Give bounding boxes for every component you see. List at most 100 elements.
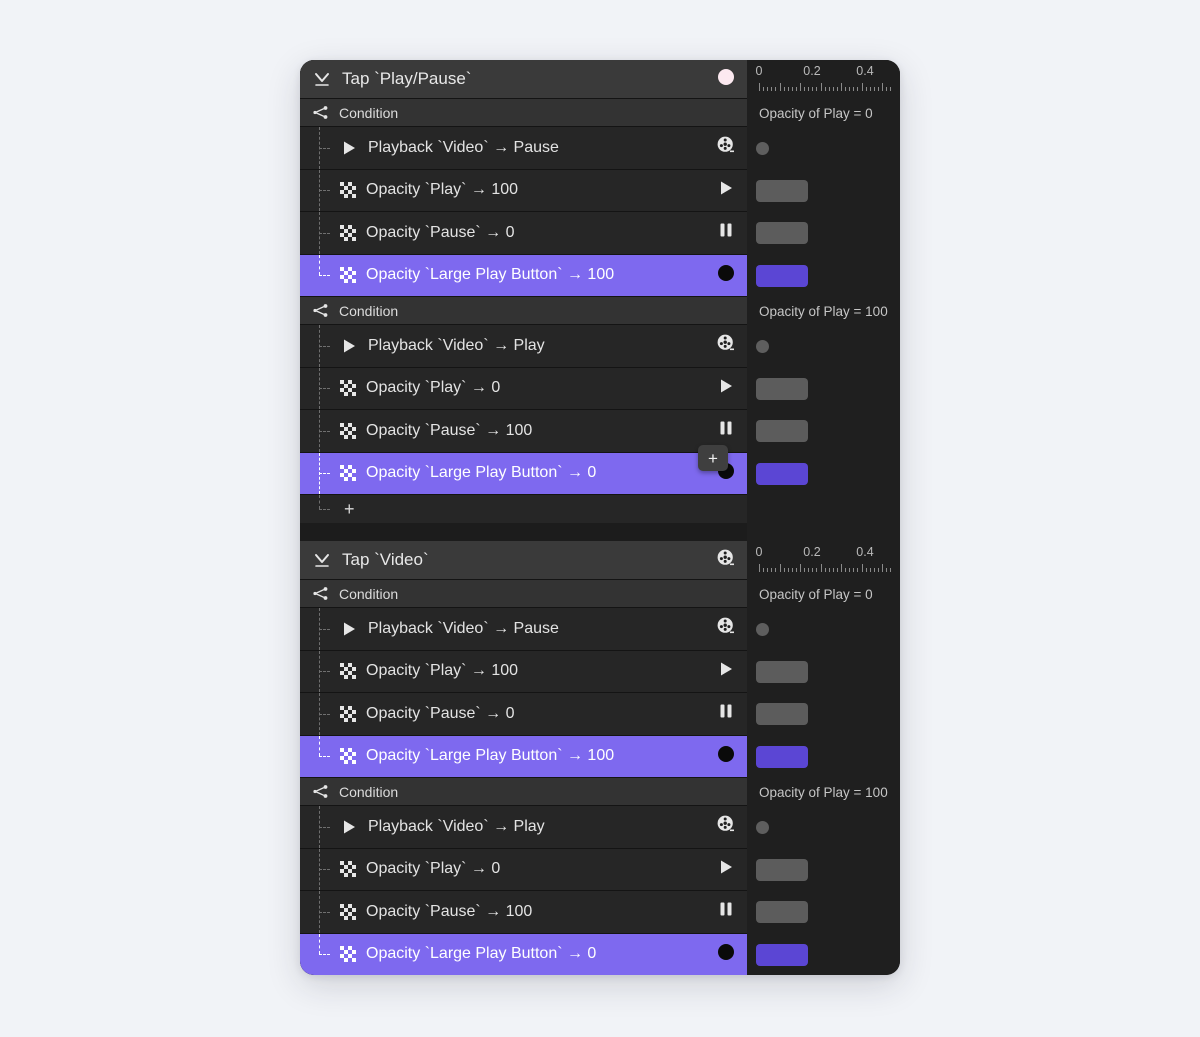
timeline-duration-bar[interactable] — [756, 943, 808, 966]
timeline-duration-bar[interactable] — [756, 420, 808, 443]
condition-branch-icon — [312, 783, 329, 800]
timeline-duration-bar[interactable] — [756, 660, 808, 683]
timeline-track[interactable] — [747, 849, 900, 892]
timeline-duration-bar[interactable] — [756, 901, 808, 924]
timeline-track[interactable] — [747, 170, 900, 213]
condition-row-1-0[interactable]: Condition — [300, 580, 747, 608]
timeline-track[interactable] — [747, 651, 900, 694]
action-row[interactable]: Playback `Video` → Play — [300, 325, 747, 368]
timeline-duration-bar[interactable] — [756, 462, 808, 485]
timeline-duration-bar[interactable] — [756, 264, 808, 287]
condition-row-0-0[interactable]: Condition — [300, 99, 747, 127]
action-row[interactable]: Opacity `Play` → 0 — [300, 367, 747, 410]
timeline-keyframe-dot[interactable] — [756, 820, 769, 834]
condition-row-0-1[interactable]: Condition — [300, 297, 747, 325]
ruler-tick-label: 0 — [755, 545, 763, 559]
timeline-track[interactable] — [747, 693, 900, 736]
timeline-track[interactable] — [747, 806, 900, 849]
black-dot-icon[interactable] — [713, 743, 739, 769]
action-row[interactable]: Opacity `Large Play Button` → 0 — [300, 933, 747, 976]
timeline-keyframe-dot[interactable] — [756, 339, 769, 353]
action-row[interactable]: Opacity `Large Play Button` → 0 — [300, 452, 747, 495]
add-action-row-0[interactable]: + — [300, 495, 747, 523]
tree-connector — [310, 933, 340, 976]
ruler-tick — [882, 564, 883, 572]
play-triangle-icon — [340, 139, 358, 157]
pause-bars-icon[interactable] — [713, 899, 739, 925]
play-triangle-icon[interactable] — [713, 856, 739, 882]
ruler-tick — [873, 87, 875, 91]
action-row[interactable]: Opacity `Pause` → 100 — [300, 410, 747, 453]
tap-target-dot-icon — [716, 67, 736, 92]
action-row[interactable]: Opacity `Pause` → 100 — [300, 891, 747, 934]
action-label: Playback `Video` → Play — [368, 817, 545, 835]
timeline-track[interactable] — [747, 255, 900, 298]
timeline-track[interactable] — [747, 934, 900, 976]
timeline-track[interactable] — [747, 608, 900, 651]
film-reel-icon[interactable] — [713, 814, 739, 840]
ruler-tick — [812, 568, 814, 572]
action-row[interactable]: Opacity `Large Play Button` → 100 — [300, 735, 747, 778]
ruler-tick — [804, 87, 806, 91]
tree-connector — [310, 495, 340, 523]
pause-bars-icon — [717, 900, 735, 923]
action-row[interactable]: Opacity `Play` → 100 — [300, 650, 747, 693]
timeline-track[interactable] — [747, 127, 900, 170]
ruler-tick — [808, 568, 810, 572]
tree-connector — [310, 410, 340, 452]
action-row[interactable]: Opacity `Large Play Button` → 100 — [300, 254, 747, 297]
pause-bars-icon[interactable] — [713, 418, 739, 444]
ruler-tick — [857, 568, 859, 572]
ruler-tick — [767, 87, 769, 91]
play-triangle-icon[interactable] — [713, 375, 739, 401]
timeline-track[interactable] — [747, 325, 900, 368]
timeline-duration-bar[interactable] — [756, 222, 808, 245]
film-reel-icon[interactable] — [713, 547, 739, 573]
timeline-duration-bar[interactable] — [756, 858, 808, 881]
condition-label: Condition — [339, 302, 399, 319]
action-label: Opacity `Play` → 100 — [366, 181, 519, 199]
action-row[interactable]: Opacity `Play` → 0 — [300, 848, 747, 891]
timeline-duration-bar[interactable] — [756, 377, 808, 400]
timeline-track[interactable] — [747, 736, 900, 779]
timeline-duration-bar[interactable] — [756, 745, 808, 768]
timeline-keyframe-dot[interactable] — [756, 622, 769, 636]
add-action-button[interactable]: + — [340, 500, 359, 518]
black-dot-icon[interactable] — [713, 941, 739, 967]
play-triangle-icon[interactable] — [713, 658, 739, 684]
ruler-tick — [800, 83, 801, 91]
action-row[interactable]: Opacity `Pause` → 0 — [300, 212, 747, 255]
action-label: Opacity `Large Play Button` → 100 — [366, 747, 615, 765]
action-label: Opacity `Play` → 0 — [366, 379, 501, 397]
action-row[interactable]: Opacity `Play` → 100 — [300, 169, 747, 212]
ruler-tick — [759, 83, 760, 91]
action-row[interactable]: Playback `Video` → Pause — [300, 608, 747, 651]
play-triangle-icon[interactable] — [713, 177, 739, 203]
timeline-track[interactable] — [747, 410, 900, 453]
action-row[interactable]: Playback `Video` → Play — [300, 806, 747, 849]
timeline-track[interactable] — [747, 212, 900, 255]
black-dot-icon[interactable] — [713, 262, 739, 288]
tree-connector — [310, 693, 340, 735]
timeline-track[interactable] — [747, 891, 900, 934]
timeline-duration-bar[interactable] — [756, 703, 808, 726]
trigger-header-0[interactable]: Tap `Play/Pause` — [300, 60, 747, 99]
pause-bars-icon — [717, 221, 735, 244]
tap-target-dot-icon[interactable] — [713, 66, 739, 92]
pause-bars-icon[interactable] — [713, 701, 739, 727]
trigger-header-1[interactable]: Tap `Video` — [300, 541, 747, 580]
pause-bars-icon[interactable] — [713, 220, 739, 246]
action-row[interactable]: Playback `Video` → Pause — [300, 127, 747, 170]
condition-row-1-1[interactable]: Condition — [300, 778, 747, 806]
add-action-floating-button[interactable]: + — [698, 445, 728, 471]
timeline-condition-caption: Opacity of Play = 0 — [759, 586, 873, 602]
film-reel-icon[interactable] — [713, 616, 739, 642]
timeline-duration-bar[interactable] — [756, 179, 808, 202]
timeline-track[interactable] — [747, 368, 900, 411]
timeline-keyframe-dot[interactable] — [756, 141, 769, 155]
timeline-track[interactable] — [747, 453, 900, 496]
film-reel-icon[interactable] — [713, 333, 739, 359]
action-row[interactable]: Opacity `Pause` → 0 — [300, 693, 747, 736]
film-reel-icon[interactable] — [713, 135, 739, 161]
opacity-checker-icon — [340, 903, 356, 920]
